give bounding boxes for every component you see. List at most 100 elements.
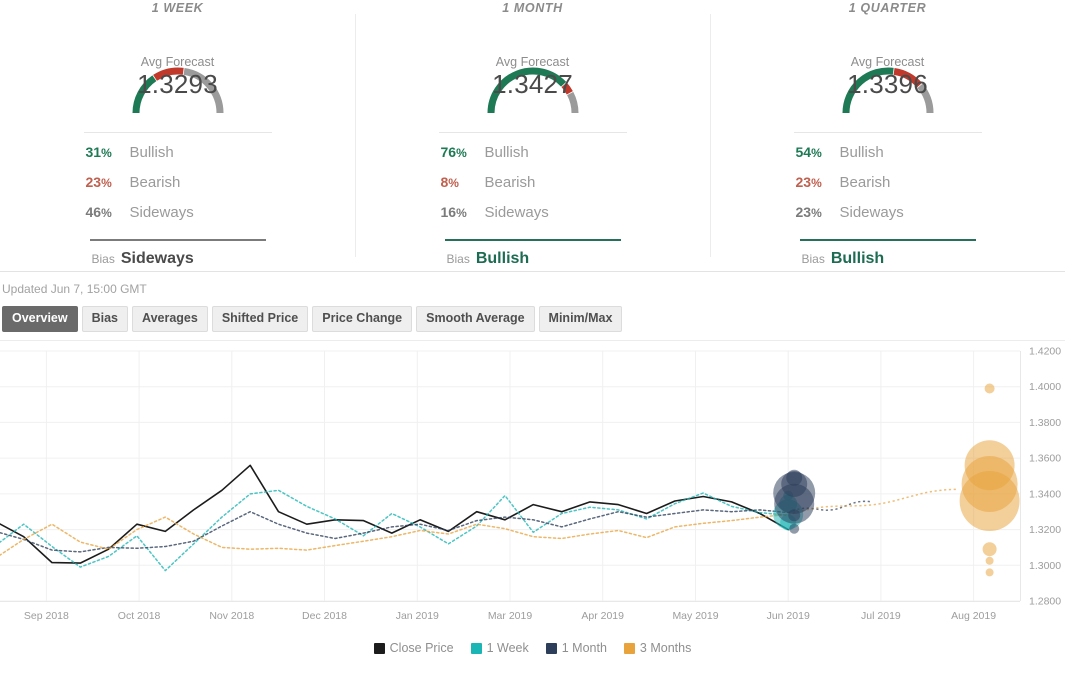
forecast-bubble-1-month[interactable] xyxy=(789,523,800,534)
bias-value: Bullish xyxy=(475,250,530,267)
legend-item[interactable]: 1 Month xyxy=(545,641,607,655)
forecast-bubble-3-months[interactable] xyxy=(982,542,997,557)
x-axis-tick-label: May 2019 xyxy=(672,610,718,622)
x-axis-tick-label: Oct 2018 xyxy=(118,610,161,622)
forecast-bubble-1-month[interactable] xyxy=(788,509,801,522)
stat-percent-number: 23 xyxy=(795,174,812,190)
forecast-bubble-3-months[interactable] xyxy=(985,556,994,565)
card-period-title: 1 QUARTER xyxy=(848,1,927,15)
stat-percent: 23% xyxy=(794,174,840,190)
legend-label: 1 Month xyxy=(561,641,607,655)
legend-item[interactable]: 3 Months xyxy=(623,641,692,655)
sentiment-gauge: Avg Forecast 1.3293 xyxy=(84,17,272,121)
tab-bias[interactable]: Bias xyxy=(81,306,128,332)
stat-percent-number: 23 xyxy=(795,204,812,220)
legend-item[interactable]: 1 Week xyxy=(470,641,529,655)
tab-averages[interactable]: Averages xyxy=(132,306,208,332)
bias-row: Bias Bullish xyxy=(444,239,621,268)
legend-swatch-icon xyxy=(373,642,385,654)
percent-sign: % xyxy=(456,206,467,220)
forecast-card: 1 QUARTER Avg Forecast 1.3396 54% Bullish 23%… xyxy=(710,0,1065,271)
tab-overview[interactable]: Overview xyxy=(2,306,78,332)
tab-smooth-average[interactable]: Smooth Average xyxy=(416,306,535,332)
legend-item[interactable]: Close Price xyxy=(373,641,454,655)
forecast-bubble-3-months[interactable] xyxy=(984,383,995,394)
gauge-arc-sideways xyxy=(182,67,223,114)
stat-percent-number: 54 xyxy=(795,144,812,160)
y-axis-tick-label: 1.2800 xyxy=(1029,596,1061,608)
gauge-arc-bearish xyxy=(560,82,573,95)
forecast-card: 1 MONTH Avg Forecast 1.3427 76% Bullish 8% Bea… xyxy=(355,0,710,271)
percent-sign: % xyxy=(811,176,822,190)
legend-swatch-icon xyxy=(545,642,557,654)
stat-percent: 76% xyxy=(439,144,485,160)
stat-label: Bullish xyxy=(129,144,174,161)
stat-label: Bearish xyxy=(484,174,536,191)
forecast-bubble-3-months[interactable] xyxy=(959,471,1020,531)
card-period-title: 1 MONTH xyxy=(502,1,563,15)
stat-label: Bullish xyxy=(839,144,884,161)
bias-row: Bias Bullish xyxy=(799,239,976,268)
stat-percent-number: 76 xyxy=(440,144,457,160)
percent-sign: % xyxy=(811,206,822,220)
gauge-arc-bullish xyxy=(487,67,566,114)
y-axis-tick-label: 1.3000 xyxy=(1029,560,1061,572)
updated-timestamp: Updated Jun 7, 15:00 GMT xyxy=(2,282,147,296)
series-line-1-month xyxy=(0,509,789,553)
gauge-arc-sideways xyxy=(566,91,578,114)
tab-price-change[interactable]: Price Change xyxy=(312,306,413,332)
stat-percent: 54% xyxy=(794,144,840,160)
bias-label: Bias xyxy=(801,252,825,266)
x-axis-tick-label: Apr 2019 xyxy=(581,610,624,622)
percent-sign: % xyxy=(448,176,459,190)
x-axis-tick-label: Mar 2019 xyxy=(488,610,533,622)
percent-sign: % xyxy=(811,146,822,160)
y-axis-tick-label: 1.3600 xyxy=(1029,453,1061,465)
tab-minim-max[interactable]: Minim/Max xyxy=(538,306,623,332)
y-axis-tick-label: 1.4000 xyxy=(1029,381,1061,393)
stat-percent-number: 46 xyxy=(85,204,102,220)
stat-label: Bearish xyxy=(129,174,181,191)
gauge-arc-bullish xyxy=(842,67,894,114)
bias-value: Bullish xyxy=(830,250,885,267)
sentiment-stats: 54% Bullish 23% Bearish 23% Sideways xyxy=(793,132,982,234)
tab-shifted-price[interactable]: Shifted Price xyxy=(211,306,309,332)
legend-label: 3 Months xyxy=(639,641,692,655)
stat-percent-number: 23 xyxy=(85,174,102,190)
chart-tab-bar: Overview Bias Averages Shifted Price Price C… xyxy=(0,306,1065,340)
y-axis-tick-label: 1.3400 xyxy=(1029,488,1061,500)
y-axis-tick-label: 1.4200 xyxy=(1029,346,1061,358)
stat-label: Sideways xyxy=(129,204,194,221)
x-axis-tick-label: Jun 2019 xyxy=(767,610,810,622)
stat-label: Bullish xyxy=(484,144,529,161)
stat-percent-number: 16 xyxy=(440,204,457,220)
stat-percent-number: 31 xyxy=(85,144,102,160)
y-axis-tick-label: 1.3200 xyxy=(1029,524,1061,536)
sentiment-stat-row: 16% Sideways xyxy=(439,204,627,234)
forecast-bubble-3-months[interactable] xyxy=(985,568,994,577)
percent-sign: % xyxy=(101,206,112,220)
sentiment-stat-row: 31% Bullish xyxy=(84,144,272,174)
stat-label: Sideways xyxy=(839,204,904,221)
forecast-cards-row: 1 WEEK Avg Forecast 1.3293 31% Bullish 23% Bea… xyxy=(0,0,1065,272)
sentiment-stats: 31% Bullish 23% Bearish 46% Sideways xyxy=(83,132,272,234)
sentiment-stat-row: 23% Bearish xyxy=(84,174,272,204)
bias-row: Bias Sideways xyxy=(89,239,266,268)
sentiment-stat-row: 8% Bearish xyxy=(439,174,627,204)
sentiment-stat-row: 46% Sideways xyxy=(84,204,272,234)
x-axis-tick-label: Jul 2019 xyxy=(861,610,901,622)
gauge-arc-bullish xyxy=(132,75,156,114)
bias-label: Bias xyxy=(446,252,470,266)
x-axis-tick-label: Jan 2019 xyxy=(396,610,439,622)
chart-legend: Close Price 1 Week 1 Month 3 Months xyxy=(0,638,1065,658)
stat-percent: 16% xyxy=(439,204,485,220)
x-axis-tick-label: Nov 2018 xyxy=(209,610,254,622)
stat-percent: 23% xyxy=(84,174,130,190)
stat-percent: 8% xyxy=(439,174,485,190)
forecast-chart: 1.4200 1.4000 1.3800 1.3600 1.3400 1.3200 1.30… xyxy=(0,340,1065,640)
legend-label: Close Price xyxy=(389,641,454,655)
legend-swatch-icon xyxy=(623,642,635,654)
sentiment-gauge: Avg Forecast 1.3427 xyxy=(439,17,627,121)
x-axis-tick-label: Sep 2018 xyxy=(24,610,69,622)
forecast-card: 1 WEEK Avg Forecast 1.3293 31% Bullish 23% Bea… xyxy=(0,0,355,271)
